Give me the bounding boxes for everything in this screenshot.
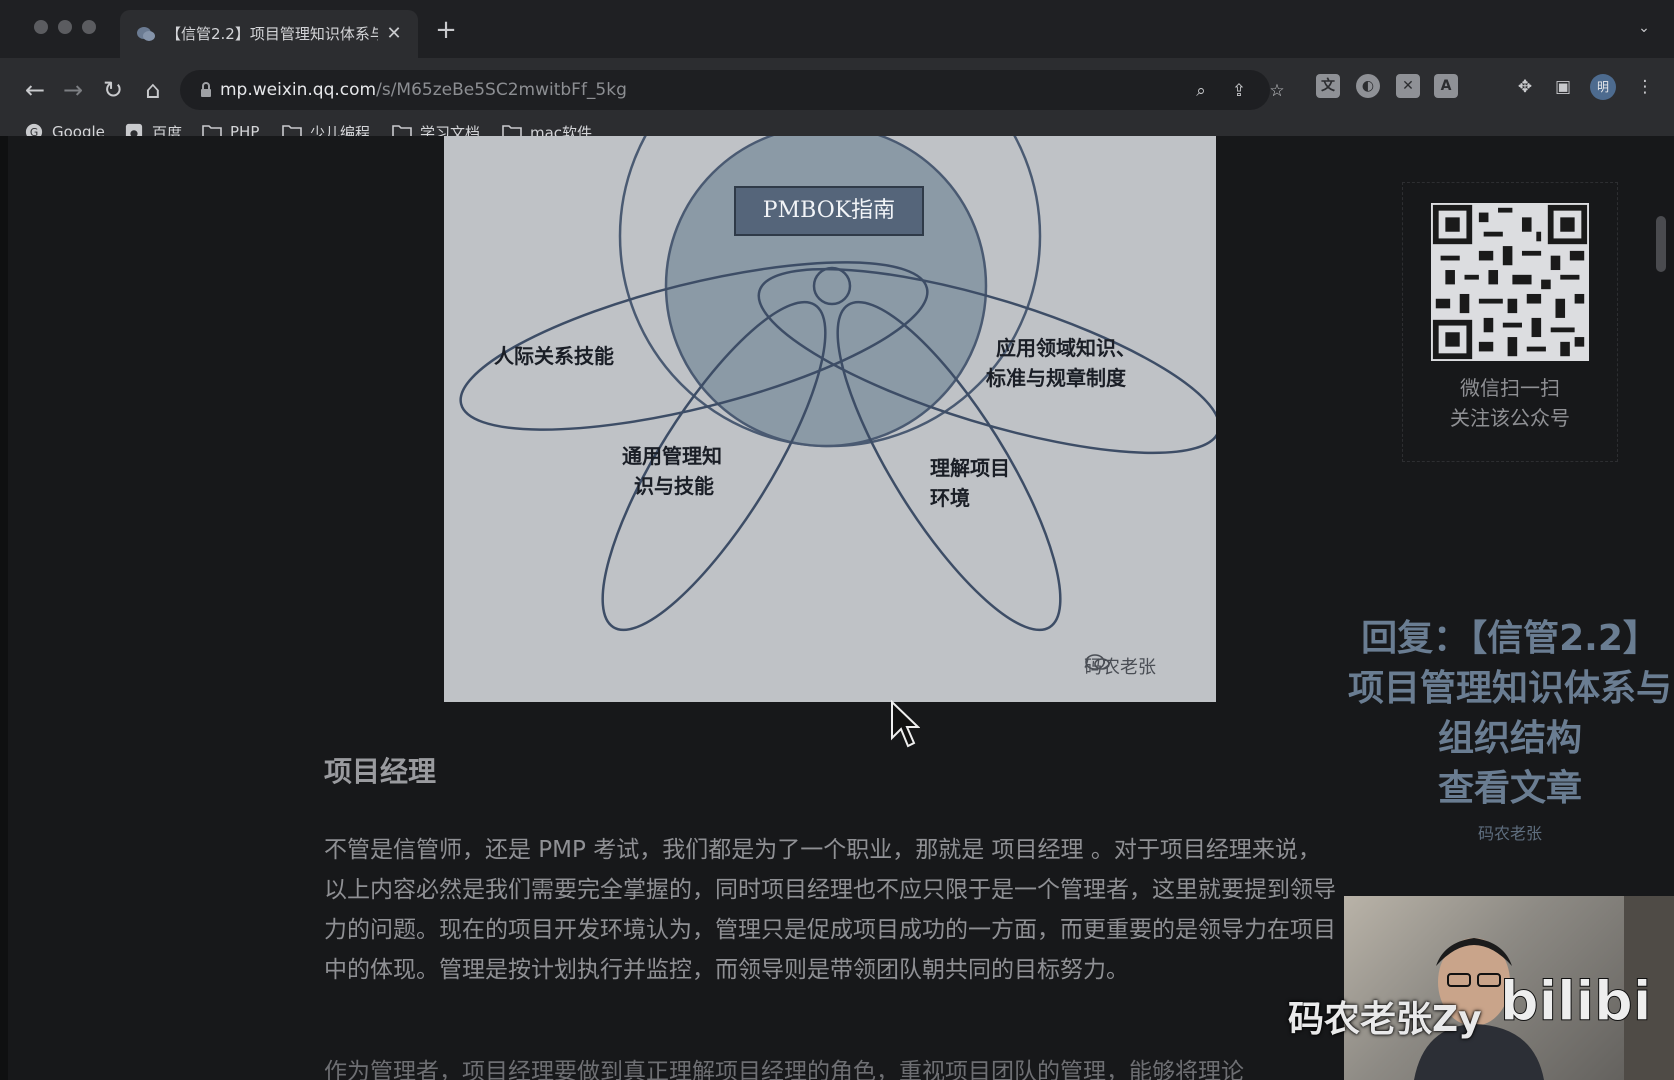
mouse-pointer-icon — [891, 700, 920, 748]
pmbok-guide-label: PMBOK指南 — [734, 186, 924, 236]
general-management-label-2: 识与技能 — [634, 474, 714, 498]
tab-search-chevron-icon[interactable]: ⌄ — [1634, 20, 1654, 40]
zoom-icon[interactable]: ⌕ — [1188, 78, 1214, 104]
reply-line: 查看文章 — [1437, 768, 1582, 809]
reply-line: 回复：【信管2.2】 — [1361, 618, 1659, 659]
interpersonal-skills-label: 人际关系技能 — [494, 344, 614, 368]
back-arrow-icon[interactable]: ← — [18, 73, 52, 107]
article-paragraph: 不管是信管师，还是 PMP 考试，我们都是为了一个职业，那就是 项目经理 。对于… — [324, 837, 1336, 983]
window-edge — [0, 136, 8, 1080]
side-panel-icon[interactable]: ▣ — [1550, 74, 1576, 100]
section-heading: 项目经理 — [324, 755, 437, 788]
article-page: PMBOK指南 人际关系技能 应用领域知识、 标准与规章制度 通用管理知 识与技… — [0, 136, 1674, 1080]
qr-caption-line: 关注该公众号 — [1450, 406, 1570, 430]
image-watermark: 码农老张 — [1084, 652, 1204, 680]
profile-avatar[interactable]: 明 — [1590, 74, 1616, 100]
article-next-paragraph: 作为管理者，项目经理要做到真正理解项目经理的角色，重视项目团队的管理，能够将理论 — [324, 1059, 1244, 1080]
project-environment-label-2: 环境 — [930, 486, 970, 510]
home-icon[interactable]: ⌂ — [136, 73, 170, 107]
translate-extension-icon[interactable]: 文 — [1316, 74, 1340, 98]
a-extension-icon[interactable]: A — [1434, 74, 1458, 98]
lock-icon — [201, 82, 211, 97]
qr-caption-line: 微信扫一扫 — [1460, 376, 1560, 400]
wechat-icon — [1085, 654, 1110, 670]
bookmark-star-icon[interactable]: ☆ — [1264, 78, 1290, 104]
extensions-puzzle-icon[interactable]: ✥ — [1512, 74, 1538, 100]
application-area-label-2: 标准与规章制度 — [986, 366, 1126, 390]
page-scrollbar-thumb[interactable] — [1656, 216, 1666, 272]
url-text: mp.weixin.qq.com/s/M65zeBe5SC2mwitbFf_5k… — [220, 80, 627, 100]
wechat-icon — [137, 27, 155, 41]
bilibili-logo-icon: bilibili — [1500, 970, 1650, 1034]
circle-extension-icon[interactable]: ◐ — [1356, 74, 1380, 98]
reply-overlay-credit: 码农老张 — [1477, 824, 1542, 843]
uploader-watermark: 码农老张Zy — [1288, 999, 1482, 1040]
reply-overlay-text: 回复：【信管2.2】 项目管理知识体系与 组织结构 查看文章 — [1320, 614, 1674, 814]
pmbok-diagram-image: PMBOK指南 人际关系技能 应用领域知识、 标准与规章制度 通用管理知 识与技… — [444, 136, 1216, 702]
forward-arrow-icon[interactable]: → — [56, 73, 90, 107]
window-minimize-dot[interactable] — [58, 20, 72, 34]
browser-toolbar: ← → ↻ ⌂ mp.weixin.qq.com/s/M65zeBe5SC2mw… — [0, 58, 1674, 148]
project-environment-label-1: 理解项目 — [930, 456, 1010, 480]
reply-line: 组织结构 — [1437, 718, 1582, 759]
new-tab-button[interactable]: + — [432, 16, 460, 44]
window-close-dot[interactable] — [34, 20, 48, 34]
address-bar[interactable]: mp.weixin.qq.com/s/M65zeBe5SC2mwitbFf_5k… — [180, 70, 1285, 110]
qr-code-card: 微信扫一扫 关注该公众号 — [1402, 182, 1618, 462]
bilibili-logo-text: bilibili — [1500, 970, 1650, 1033]
general-management-label-1: 通用管理知 — [622, 444, 722, 468]
qr-code-image[interactable] — [1431, 203, 1589, 361]
share-icon[interactable]: ⇪ — [1226, 78, 1252, 104]
browser-tab-active[interactable]: 【信管2.2】项目管理知识体系与 ✕ — [120, 10, 418, 58]
tab-title: 【信管2.2】项目管理知识体系与 — [166, 25, 378, 43]
window-zoom-dot[interactable] — [82, 20, 96, 34]
application-area-label-1: 应用领域知识、 — [996, 336, 1136, 360]
x-extension-icon[interactable]: ✕ — [1396, 74, 1420, 98]
reply-line: 项目管理知识体系与 — [1347, 668, 1672, 709]
reload-icon[interactable]: ↻ — [96, 73, 130, 107]
tab-close-icon[interactable]: ✕ — [382, 22, 406, 46]
more-menu-icon[interactable]: ⋮ — [1632, 74, 1658, 100]
browser-title-bar: 【信管2.2】项目管理知识体系与 ✕ + ⌄ — [0, 0, 1674, 58]
qr-caption: 微信扫一扫 关注该公众号 — [1403, 373, 1617, 433]
